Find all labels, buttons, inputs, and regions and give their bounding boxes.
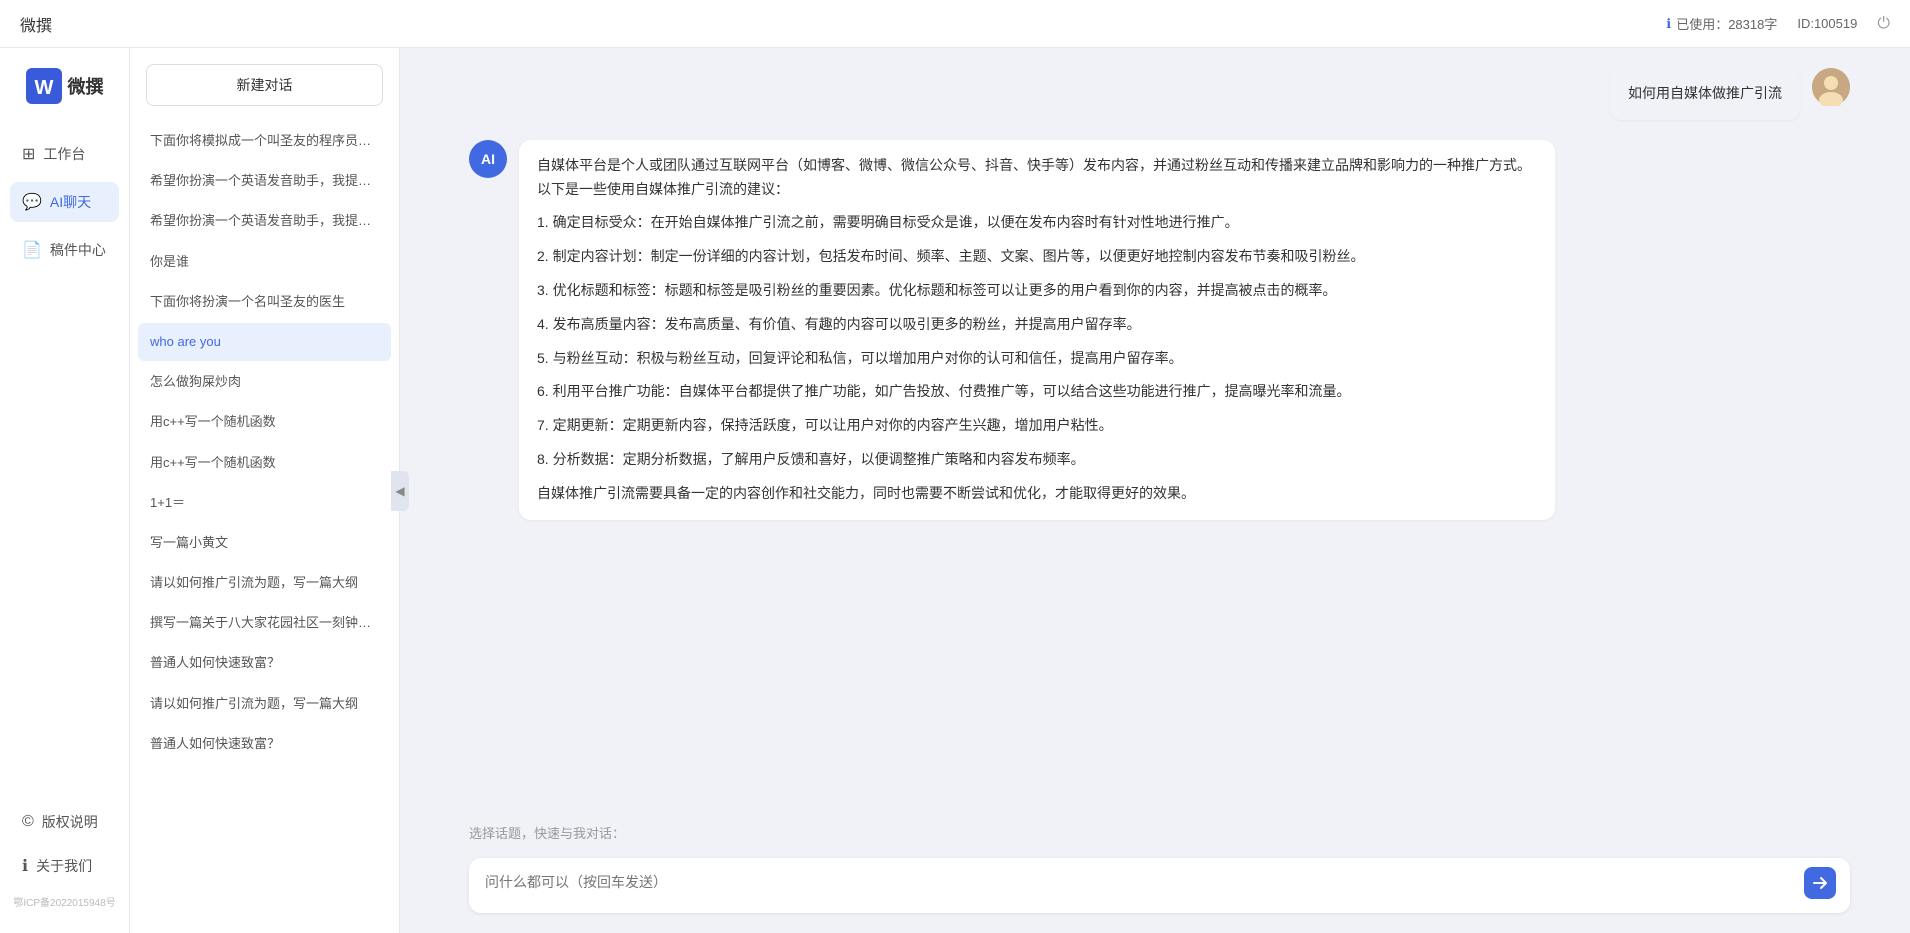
history-item-13[interactable]: 撰写一篇关于八大家花园社区一刻钟便民生... [138,604,391,642]
message-row-user: 如何用自媒体做推广引流 [469,68,1850,120]
chat-input[interactable] [485,872,1800,896]
logo-text: 微撰 [68,73,104,99]
usage-info: ℹ 已使用：28318字 [1666,14,1777,33]
history-item-16[interactable]: 普通人如何快速致富？ [138,725,391,763]
ai-para-4: 4. 发布高质量内容：发布高质量、有价值、有趣的内容可以吸引更多的粉丝，并提高用… [537,313,1537,337]
user-message-bubble: 如何用自媒体做推广引流 [1610,68,1800,120]
history-item-15[interactable]: 请以如何推广引流为题，写一篇大纲 [138,685,391,723]
ai-avatar: AI [469,140,507,178]
about-icon: ℹ [22,856,28,876]
logo-icon: W [26,68,62,104]
history-item-6[interactable]: who are you [138,323,391,361]
ai-para-1: 1. 确定目标受众：在开始自媒体推广引流之前，需要明确目标受众是谁，以便在发布内… [537,211,1537,235]
collapse-sidebar-button[interactable]: ◀ [391,471,409,511]
history-item-14[interactable]: 普通人如何快速致富？ [138,644,391,682]
history-item-4[interactable]: 你是谁 [138,243,391,281]
power-icon[interactable]: ⏻ [1877,15,1890,33]
ai-para-6: 6. 利用平台推广功能：自媒体平台都提供了推广功能，如广告投放、付费推广等，可以… [537,380,1537,404]
usage-text: 已使用：28318字 [1676,14,1777,33]
history-item-11[interactable]: 写一篇小黄文 [138,524,391,562]
nav-label-ai-chat: AI聊天 [50,192,91,212]
chat-messages: 如何用自媒体做推广引流 AI 自媒体平台是个人或团队通过互联网平台（如博客、微博… [409,48,1910,813]
topbar-right: ℹ 已使用：28318字 ID:100519 ⏻ [1666,14,1890,33]
history-item-9[interactable]: 用c++写一个随机函数 [138,444,391,482]
nav-label-about: 关于我们 [36,856,92,876]
draft-icon: 📄 [22,240,42,260]
nav-item-workbench[interactable]: ⊞ 工作台 [10,134,119,174]
ai-para-5: 5. 与粉丝互动：积极与粉丝互动，回复评论和私信，可以增加用户对你的认可和信任，… [537,347,1537,371]
chat-sidebar: 新建对话 下面你将模拟成一个叫圣友的程序员、我说... 希望你扮演一个英语发音助… [130,48,400,933]
input-area [409,848,1910,933]
chat-history-list: 下面你将模拟成一个叫圣友的程序员、我说... 希望你扮演一个英语发音助手，我提供… [130,122,399,933]
workbench-icon: ⊞ [22,144,35,164]
nav-item-about[interactable]: ℹ 关于我们 [10,846,119,886]
nav-item-draft[interactable]: 📄 稿件中心 [10,230,119,270]
ai-para-3: 3. 优化标题和标签：标题和标签是吸引粉丝的重要因素。优化标题和标签可以让更多的… [537,279,1537,303]
topic-suggestions-label: 选择话题，快速与我对话： [409,813,1910,848]
ai-para-8: 8. 分析数据：定期分析数据，了解用户反馈和喜好，以便调整推广策略和内容发布频率… [537,448,1537,472]
topbar-title: 微撰 [20,12,52,36]
topbar: 微撰 ℹ 已使用：28318字 ID:100519 ⏻ [0,0,1910,48]
message-row-ai: AI 自媒体平台是个人或团队通过互联网平台（如博客、微博、微信公众号、抖音、快手… [469,140,1850,520]
new-chat-button[interactable]: 新建对话 [146,64,383,106]
history-item-8[interactable]: 用c++写一个随机函数 [138,403,391,441]
nav-label-draft: 稿件中心 [50,240,106,260]
history-item-7[interactable]: 怎么做狗屎炒肉 [138,363,391,401]
history-item-1[interactable]: 下面你将模拟成一个叫圣友的程序员、我说... [138,122,391,160]
main-layout: W 微撰 ⊞ 工作台 💬 AI聊天 📄 稿件中心 © 版权说明 [0,48,1910,933]
nav-bottom: © 版权说明 ℹ 关于我们 鄂ICP备2022015948号 [0,802,129,913]
ai-para-0: 自媒体平台是个人或团队通过互联网平台（如博客、微博、微信公众号、抖音、快手等）发… [537,154,1537,202]
nav-label-copyright: 版权说明 [42,812,98,832]
nav-item-ai-chat[interactable]: 💬 AI聊天 [10,182,119,222]
copyright-text: 鄂ICP备2022015948号 [10,890,119,913]
user-message-text: 如何用自媒体做推广引流 [1628,85,1782,101]
history-item-3[interactable]: 希望你扮演一个英语发音助手，我提供给你... [138,202,391,240]
id-label: ID:100519 [1797,16,1857,31]
ai-para-7: 7. 定期更新：定期更新内容，保持活跃度，可以让用户对你的内容产生兴趣，增加用户… [537,414,1537,438]
ai-message-content: 自媒体平台是个人或团队通过互联网平台（如博客、微博、微信公众号、抖音、快手等）发… [537,154,1537,506]
input-box [469,858,1850,913]
left-nav: W 微撰 ⊞ 工作台 💬 AI聊天 📄 稿件中心 © 版权说明 [0,48,130,933]
nav-label-workbench: 工作台 [43,144,85,164]
user-avatar [1812,68,1850,106]
history-item-10[interactable]: 1+1＝ [138,484,391,522]
chat-area: 如何用自媒体做推广引流 AI 自媒体平台是个人或团队通过互联网平台（如博客、微博… [409,48,1910,933]
copyright-icon: © [22,813,34,831]
send-button[interactable] [1804,867,1836,899]
history-item-2[interactable]: 希望你扮演一个英语发音助手，我提供给你... [138,162,391,200]
svg-text:W: W [34,77,53,99]
history-item-5[interactable]: 下面你将扮演一个名叫圣友的医生 [138,283,391,321]
nav-items: ⊞ 工作台 💬 AI聊天 📄 稿件中心 [0,134,129,270]
nav-item-copyright[interactable]: © 版权说明 [10,802,119,842]
ai-message-bubble: 自媒体平台是个人或团队通过互联网平台（如博客、微博、微信公众号、抖音、快手等）发… [519,140,1555,520]
history-item-12[interactable]: 请以如何推广引流为题，写一篇大纲 [138,564,391,602]
logo-area: W 微撰 [26,68,104,104]
info-icon: ℹ [1666,16,1671,32]
ai-para-9: 自媒体推广引流需要具备一定的内容创作和社交能力，同时也需要不断尝试和优化，才能取… [537,482,1537,506]
ai-para-2: 2. 制定内容计划：制定一份详细的内容计划，包括发布时间、频率、主题、文案、图片… [537,245,1537,269]
chat-icon: 💬 [22,192,42,212]
